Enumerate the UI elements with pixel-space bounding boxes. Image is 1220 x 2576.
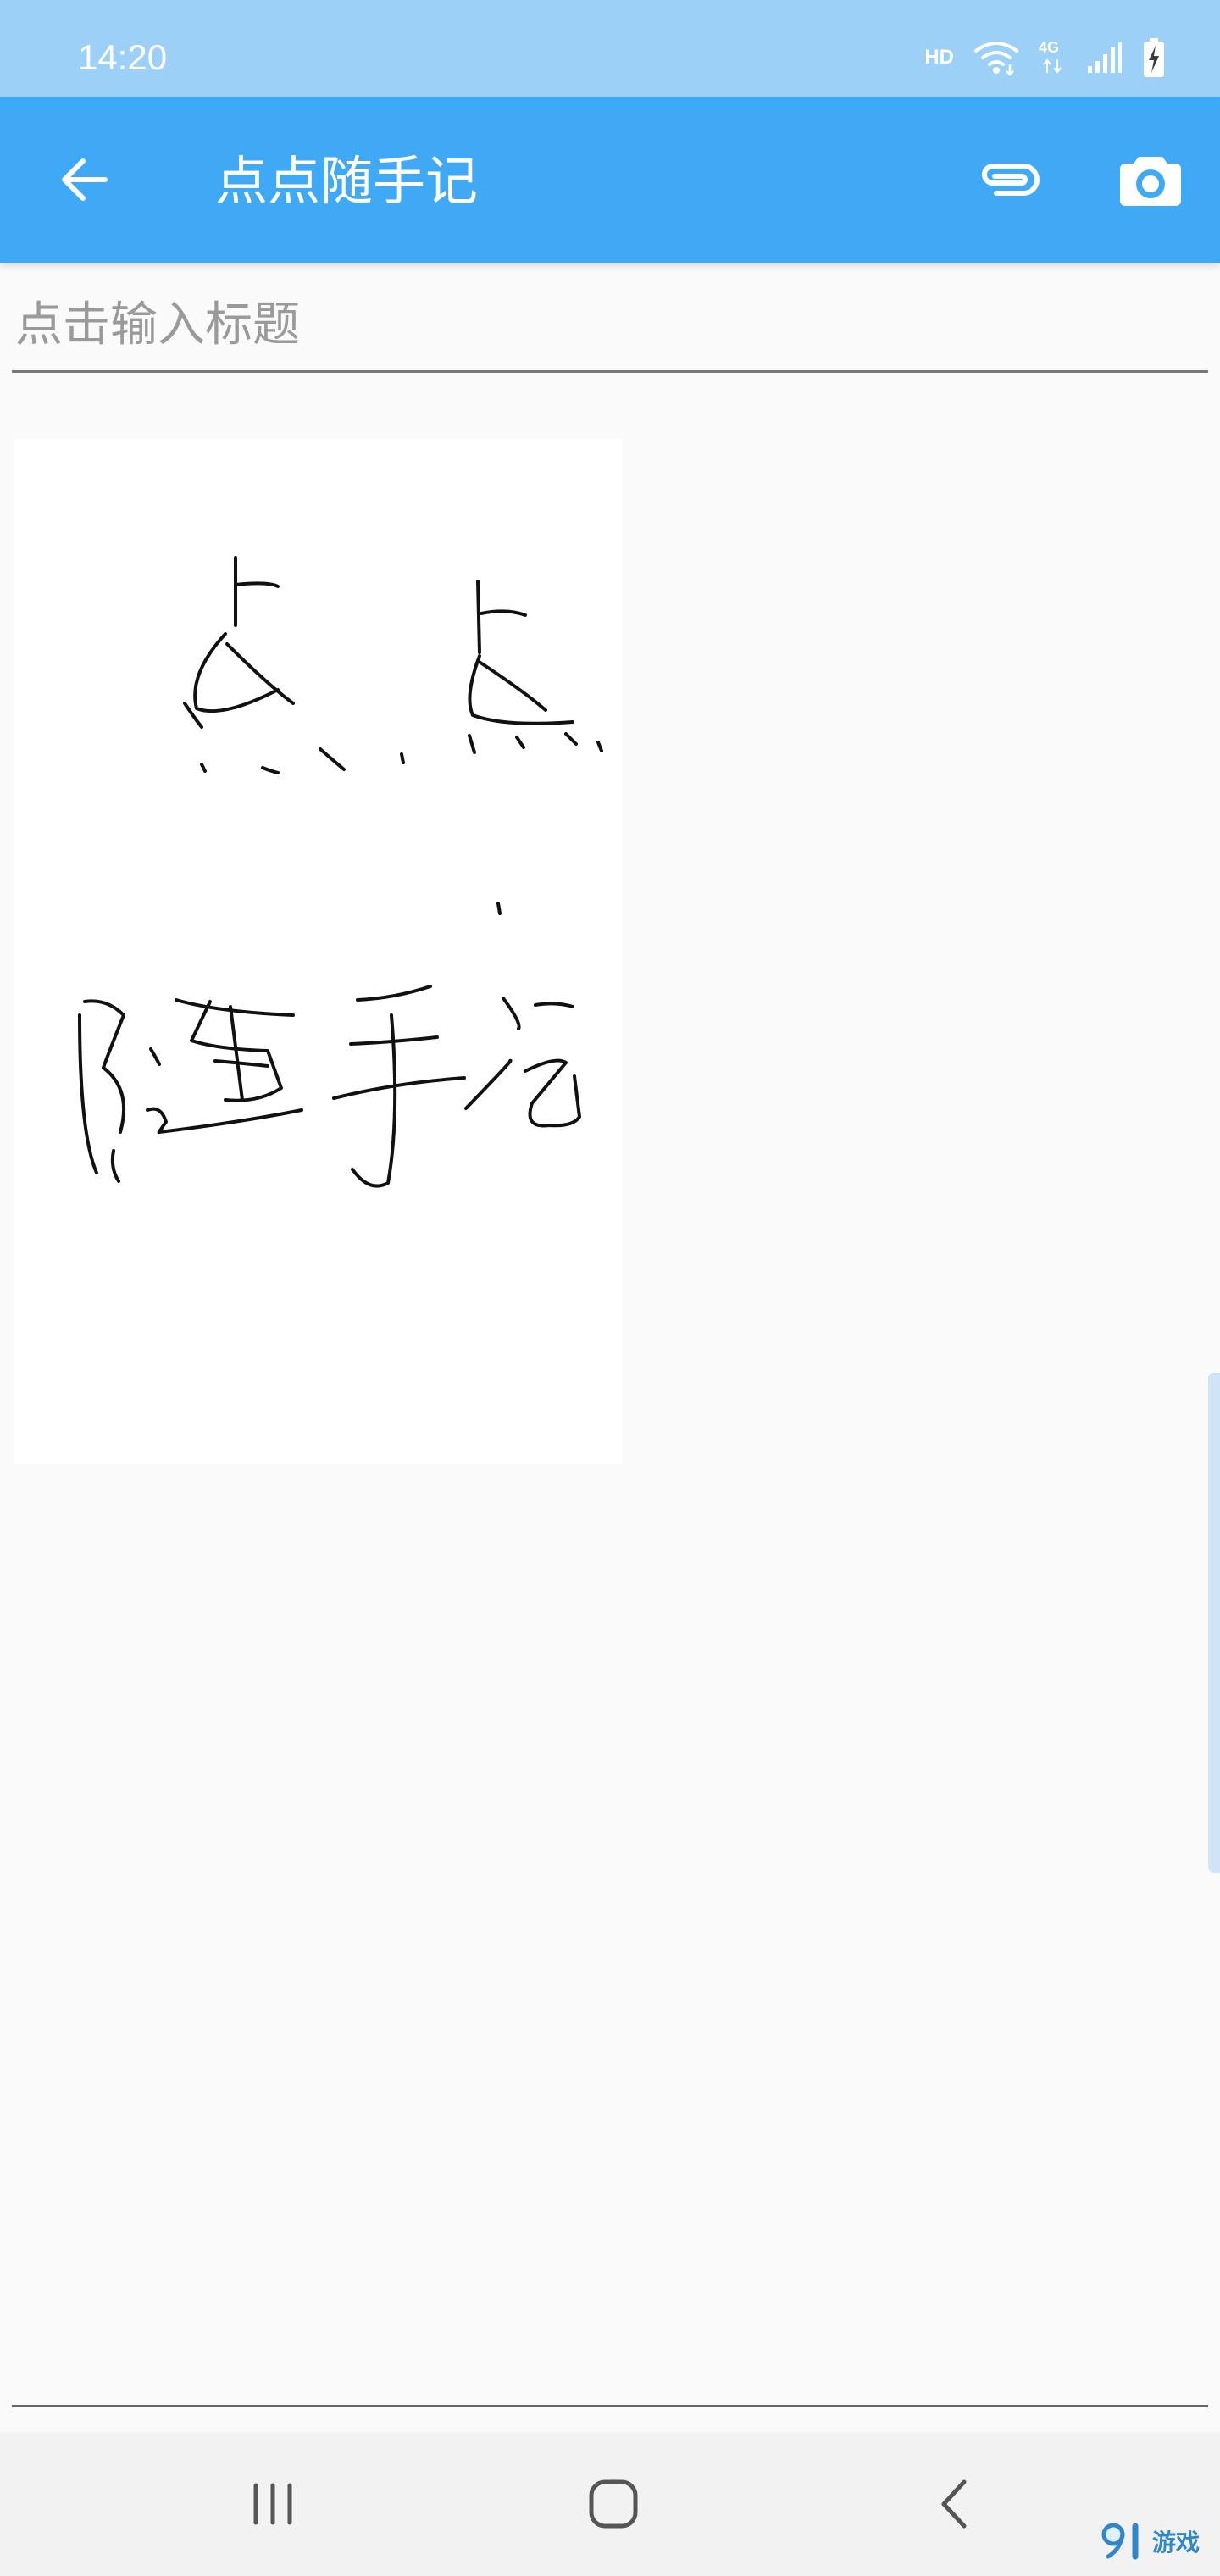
title-input[interactable]	[12, 280, 1208, 373]
status-icons: HD 4G	[924, 34, 1166, 81]
hd-indicator: HD	[924, 46, 954, 69]
recent-apps-icon	[253, 2483, 292, 2525]
watermark-logo-icon	[1101, 2523, 1139, 2560]
camera-button[interactable]	[1110, 139, 1191, 220]
paperclip-icon	[982, 164, 1040, 196]
wifi-icon	[974, 42, 1018, 76]
attach-button[interactable]	[966, 146, 1051, 214]
nav-back-button[interactable]	[903, 2457, 1005, 2551]
home-icon	[589, 2479, 638, 2529]
watermark-text: 游戏	[1152, 2529, 1201, 2557]
arrow-left-icon	[62, 158, 108, 201]
system-nav-bar: 游戏	[0, 2432, 1220, 2576]
handwriting-note[interactable]	[14, 439, 622, 1464]
camera-icon	[1120, 157, 1181, 206]
recent-apps-button[interactable]	[222, 2457, 324, 2551]
handwriting-strokes	[78, 556, 603, 1188]
signal-icon	[1088, 42, 1122, 73]
network-type-label: 4G	[1039, 39, 1060, 56]
status-bar: 14:20 HD 4G	[0, 0, 1220, 97]
app-bar: 点点随手记	[0, 97, 1220, 263]
back-button[interactable]	[51, 146, 119, 214]
chevron-left-icon	[941, 2479, 967, 2529]
data-arrows-icon	[1043, 58, 1062, 74]
battery-charging-icon	[1144, 38, 1164, 77]
home-button[interactable]	[563, 2457, 664, 2551]
page-title: 点点随手记	[215, 150, 479, 212]
status-time: 14:20	[78, 37, 168, 77]
network-indicator: 4G	[1039, 39, 1068, 76]
watermark: 游戏	[1101, 2521, 1200, 2562]
bottom-divider	[12, 2405, 1208, 2407]
scrollbar-thumb[interactable]	[1208, 1373, 1220, 1873]
